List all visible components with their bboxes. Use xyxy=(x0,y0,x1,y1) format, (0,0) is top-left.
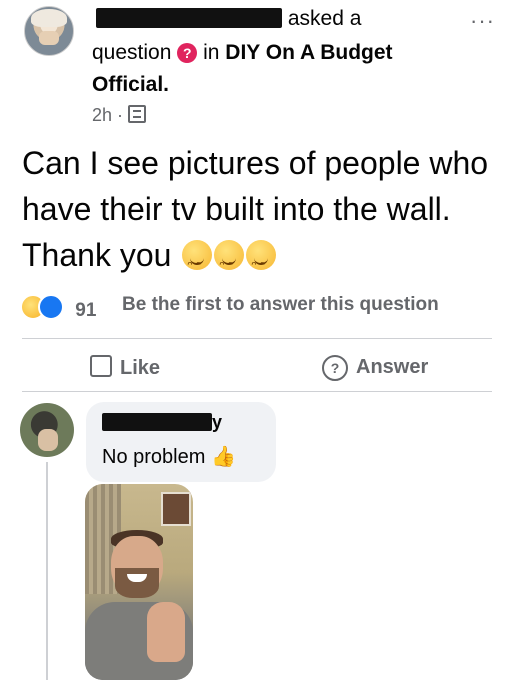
like-label: Like xyxy=(120,357,161,379)
divider-top xyxy=(22,338,492,339)
first-answer-prompt[interactable]: Be the first to answer this question xyxy=(122,294,439,316)
header-suffix: asked a xyxy=(287,7,362,30)
post-meta: 2h · xyxy=(92,105,147,126)
redacted-commenter-name xyxy=(102,413,212,431)
thread-line xyxy=(46,462,48,680)
header-question-word: question xyxy=(92,41,172,64)
question-mark-icon: ? xyxy=(177,43,198,63)
divider-bottom xyxy=(22,391,492,392)
question-circle-icon: ? xyxy=(322,355,348,381)
smiling-emoji-icon xyxy=(182,240,213,289)
reaction-count: 91 xyxy=(75,300,97,321)
header-in-word: in xyxy=(203,41,220,64)
poster-avatar[interactable] xyxy=(24,6,74,56)
post-body: Can I see pictures of people who have th… xyxy=(22,140,502,289)
commenter-name[interactable]: y xyxy=(102,412,222,433)
smiling-emoji-icon xyxy=(246,240,277,289)
answer-label: Answer xyxy=(356,356,429,378)
answer-button[interactable]: ? Answer xyxy=(322,355,428,381)
group-name-line-2[interactable]: Official. xyxy=(92,72,169,98)
post-header-line-1: asked a xyxy=(96,6,361,32)
commenter-avatar[interactable] xyxy=(20,403,74,457)
smiling-emoji-icon xyxy=(214,240,245,289)
comment-text-line: No problem 👍 xyxy=(102,444,236,469)
group-privacy-icon xyxy=(128,105,147,123)
like-button[interactable]: Like xyxy=(90,355,160,380)
post-header-line-2: question ? in DIY On A Budget xyxy=(92,40,393,66)
commenter-name-fragment: y xyxy=(212,412,223,432)
comment-text: No problem xyxy=(102,446,206,468)
thumbs-up-icon xyxy=(90,355,112,377)
reactions-summary[interactable]: 91 xyxy=(20,294,96,322)
group-name[interactable]: DIY On A Budget xyxy=(225,41,392,64)
redacted-poster-name[interactable] xyxy=(96,8,282,28)
thumbs-up-emoji-icon: 👍 xyxy=(210,446,236,468)
comment-photo[interactable] xyxy=(85,484,193,680)
more-options-button[interactable]: ··· xyxy=(470,8,495,34)
post-time[interactable]: 2h · xyxy=(92,105,123,125)
like-reaction-icon xyxy=(38,294,64,320)
